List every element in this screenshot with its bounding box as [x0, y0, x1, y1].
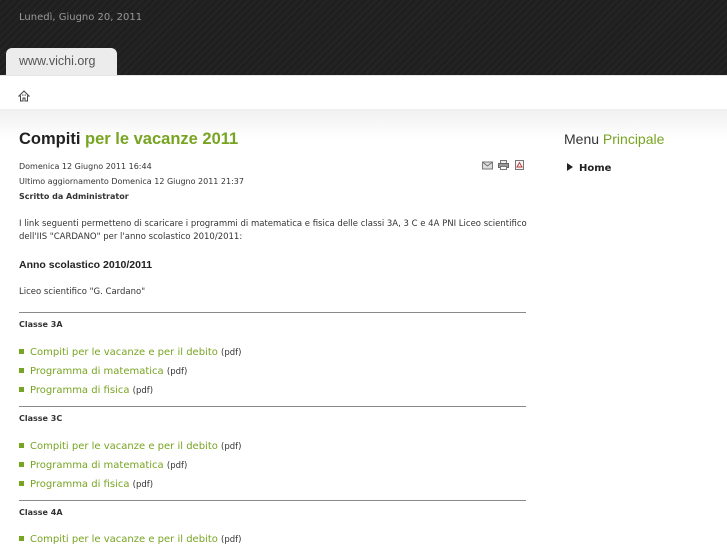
- divider: [19, 500, 526, 501]
- bullet-icon: [19, 348, 24, 354]
- list-item: Programma di fisica (pdf): [19, 479, 153, 490]
- download-link[interactable]: Programma di matematica: [30, 460, 164, 471]
- author: Scritto da Administrator: [19, 192, 129, 201]
- list-item: Programma di fisica (pdf): [19, 385, 153, 396]
- site-tab[interactable]: www.vichi.org: [6, 48, 117, 75]
- menu-title-part2: Principale: [602, 131, 665, 147]
- class-heading: Classe 3C: [19, 414, 63, 423]
- bullet-icon: [19, 535, 24, 541]
- article-title: Compiti per le vacanze 2011: [19, 130, 238, 149]
- file-type: (pdf): [221, 442, 242, 452]
- download-link[interactable]: Programma di fisica: [30, 385, 129, 396]
- site-header: Lunedì, Giugno 20, 2011 www.vichi.org: [0, 0, 727, 75]
- print-icon[interactable]: [498, 160, 509, 170]
- file-type: (pdf): [166, 367, 188, 377]
- sidebar-item-home[interactable]: Home: [567, 163, 611, 174]
- bullet-icon: [19, 480, 24, 486]
- home-icon[interactable]: [18, 90, 30, 102]
- bullet-icon: [19, 461, 24, 467]
- list-item: Compiti per le vacanze e per il debito (…: [19, 347, 241, 358]
- article-title-part1: Compiti: [19, 130, 81, 148]
- file-type: (pdf): [221, 348, 242, 358]
- sidebar-item-label: Home: [579, 163, 612, 174]
- divider: [19, 406, 526, 407]
- download-link[interactable]: Compiti per le vacanze e per il debito: [30, 534, 218, 545]
- list-item: Programma di matematica (pdf): [19, 366, 187, 377]
- file-type: (pdf): [132, 480, 154, 490]
- download-link[interactable]: Programma di matematica: [30, 366, 164, 377]
- article-intro: I link seguenti permetteno di scaricare …: [19, 219, 527, 242]
- download-link[interactable]: Compiti per le vacanze e per il debito: [30, 347, 218, 358]
- pdf-icon[interactable]: [514, 160, 525, 170]
- article-title-part2: per le vacanze 2011: [85, 130, 239, 148]
- bullet-icon: [19, 442, 24, 448]
- email-icon[interactable]: [482, 160, 493, 170]
- arrow-right-icon: [567, 163, 573, 171]
- download-link[interactable]: Programma di fisica: [30, 479, 129, 490]
- bullet-icon: [19, 367, 24, 373]
- class-heading: Classe 4A: [19, 508, 63, 517]
- year-heading: Anno scolastico 2010/2011: [19, 259, 153, 271]
- menu-title-part1: Menu: [564, 131, 600, 147]
- article-tools: [482, 160, 525, 170]
- breadcrumb: [0, 75, 727, 109]
- file-type: (pdf): [132, 386, 154, 396]
- site-tab-label: www.vichi.org: [19, 54, 96, 68]
- created-date: Domenica 12 Giugno 2011 16:44: [19, 162, 152, 171]
- divider: [19, 312, 526, 313]
- download-link[interactable]: Compiti per le vacanze e per il debito: [30, 441, 218, 452]
- bullet-icon: [19, 386, 24, 392]
- modified-date: Ultimo aggiornamento Domenica 12 Giugno …: [19, 177, 244, 186]
- list-item: Compiti per le vacanze e per il debito (…: [19, 534, 241, 545]
- school-name: Liceo scientifico "G. Cardano": [19, 287, 146, 297]
- list-item: Compiti per le vacanze e per il debito (…: [19, 441, 241, 452]
- list-item: Programma di matematica (pdf): [19, 460, 187, 471]
- file-type: (pdf): [166, 461, 188, 471]
- current-date: Lunedì, Giugno 20, 2011: [19, 12, 143, 23]
- class-heading: Classe 3A: [19, 320, 63, 329]
- sidebar-menu-title: Menu Principale: [564, 131, 664, 147]
- file-type: (pdf): [221, 535, 242, 545]
